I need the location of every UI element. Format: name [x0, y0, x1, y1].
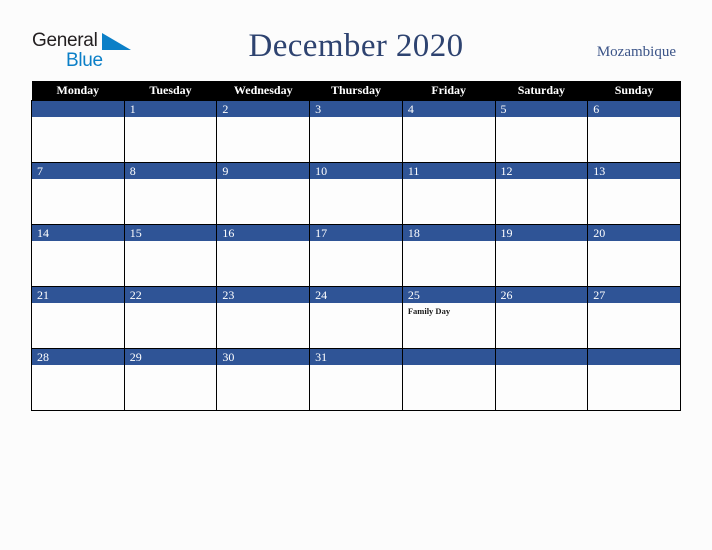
weekday-header-friday: Friday — [402, 81, 496, 101]
calendar-day-cell[interactable]: 12 — [494, 162, 589, 225]
calendar-day-cell[interactable]: 19 — [494, 224, 589, 287]
calendar-day-cell[interactable]: 5 — [494, 100, 589, 163]
day-number: 15 — [124, 225, 217, 241]
day-number: 17 — [310, 225, 402, 241]
day-number: 6 — [588, 101, 680, 117]
day-number: 4 — [402, 101, 495, 117]
calendar-day-cell[interactable]: 21 — [31, 286, 125, 349]
day-number: 9 — [217, 163, 310, 179]
day-number: 3 — [310, 101, 402, 117]
day-number: 23 — [217, 287, 310, 303]
calendar-day-cell[interactable]: 15 — [123, 224, 218, 287]
calendar-day-cell[interactable]: 7 — [31, 162, 125, 225]
calendar-day-cell[interactable]: 1 — [123, 100, 218, 163]
calendar-day-cell[interactable]: 14 — [31, 224, 125, 287]
day-number: 24 — [310, 287, 402, 303]
calendar-week-row: 28 29 30 31 — [31, 348, 681, 411]
calendar-week-row: 14 15 16 17 18 19 20 — [31, 224, 681, 287]
calendar-day-cell[interactable]: 30 — [216, 348, 311, 411]
day-number — [495, 349, 588, 365]
day-number: 19 — [495, 225, 588, 241]
calendar-day-cell[interactable]: 22 — [123, 286, 218, 349]
calendar-day-cell[interactable]: 3 — [309, 100, 403, 163]
day-number — [32, 101, 124, 117]
day-number: 7 — [32, 163, 124, 179]
event-label[interactable]: Family Day — [408, 306, 491, 317]
calendar-day-cell[interactable]: 16 — [216, 224, 311, 287]
day-number: 1 — [124, 101, 217, 117]
weekday-header-saturday: Saturday — [495, 81, 588, 101]
calendar-day-cell[interactable]: 8 — [123, 162, 218, 225]
calendar-empty-cell[interactable] — [401, 348, 496, 411]
day-number: 5 — [495, 101, 588, 117]
calendar-day-cell[interactable]: 24 — [309, 286, 403, 349]
weekday-header-wednesday: Wednesday — [216, 81, 310, 101]
calendar-day-cell[interactable]: 13 — [587, 162, 681, 225]
calendar-day-cell[interactable]: 31 — [309, 348, 403, 411]
calendar-day-cell[interactable]: 29 — [123, 348, 218, 411]
day-number: 25 — [402, 287, 495, 303]
calendar-day-cell[interactable]: 11 — [401, 162, 496, 225]
day-number: 11 — [402, 163, 495, 179]
calendar-day-cell[interactable]: 26 — [494, 286, 589, 349]
calendar-day-cell[interactable]: 28 — [31, 348, 125, 411]
day-number: 28 — [32, 349, 124, 365]
calendar-day-cell[interactable]: 23 — [216, 286, 311, 349]
calendar-week-row: 123456 — [31, 100, 681, 163]
calendar-day-cell[interactable]: 18 — [401, 224, 496, 287]
weekday-header-thursday: Thursday — [309, 81, 403, 101]
calendar-day-cell[interactable]: 6 — [587, 100, 681, 163]
page-header: General Blue December 2020 Mozambique — [0, 0, 712, 80]
calendar-day-cell[interactable]: 25 Family Day — [401, 286, 496, 349]
day-number: 8 — [124, 163, 217, 179]
day-number: 21 — [32, 287, 124, 303]
calendar-empty-cell[interactable] — [494, 348, 589, 411]
calendar-day-cell[interactable]: 10 — [309, 162, 403, 225]
day-number: 30 — [217, 349, 310, 365]
calendar-body: 1 2 3 4 5 6 7 8 9 10 11 12 13 14 15 16 17 18 19 20 21 22 23 24 2… — [31, 100, 681, 411]
day-number: 12 — [495, 163, 588, 179]
calendar-day-cell[interactable]: 17 — [309, 224, 403, 287]
day-number: 14 — [32, 225, 124, 241]
weekday-header-monday: Monday — [31, 81, 125, 101]
calendar-day-cell[interactable]: 27 — [587, 286, 681, 349]
calendar-empty-cell[interactable] — [587, 348, 681, 411]
event-list: Family Day — [403, 303, 495, 317]
day-number: 29 — [124, 349, 217, 365]
day-number: 18 — [402, 225, 495, 241]
calendar-day-cell[interactable]: 20 — [587, 224, 681, 287]
day-number: 10 — [310, 163, 402, 179]
calendar-day-cell[interactable]: 4 — [401, 100, 496, 163]
day-number: 26 — [495, 287, 588, 303]
day-number: 31 — [310, 349, 402, 365]
calendar-week-row: 7 8 9 10 11 12 13 — [31, 162, 681, 225]
day-number — [402, 349, 495, 365]
day-number — [588, 349, 680, 365]
day-number: 20 — [588, 225, 680, 241]
calendar-day-cell[interactable]: 2 — [216, 100, 311, 163]
calendar-empty-cell[interactable] — [31, 100, 125, 163]
calendar-page: General Blue December 2020 Mozambique Mo… — [0, 0, 712, 550]
day-number: 22 — [124, 287, 217, 303]
weekday-header-sunday: Sunday — [587, 81, 681, 101]
calendar-week-row: 21 22 23 24 25 Family Day 26 27 — [31, 286, 681, 349]
day-number: 2 — [217, 101, 310, 117]
day-number: 27 — [588, 287, 680, 303]
calendar-day-cell[interactable]: 9 — [216, 162, 311, 225]
calendar-weekday-header-row: Monday Tuesday Wednesday Thursday Friday… — [31, 81, 681, 101]
day-number: 16 — [217, 225, 310, 241]
weekday-header-tuesday: Tuesday — [124, 81, 217, 101]
day-number: 13 — [588, 163, 680, 179]
calendar-grid: Monday Tuesday Wednesday Thursday Friday… — [31, 81, 681, 411]
country-label: Mozambique — [596, 44, 676, 60]
